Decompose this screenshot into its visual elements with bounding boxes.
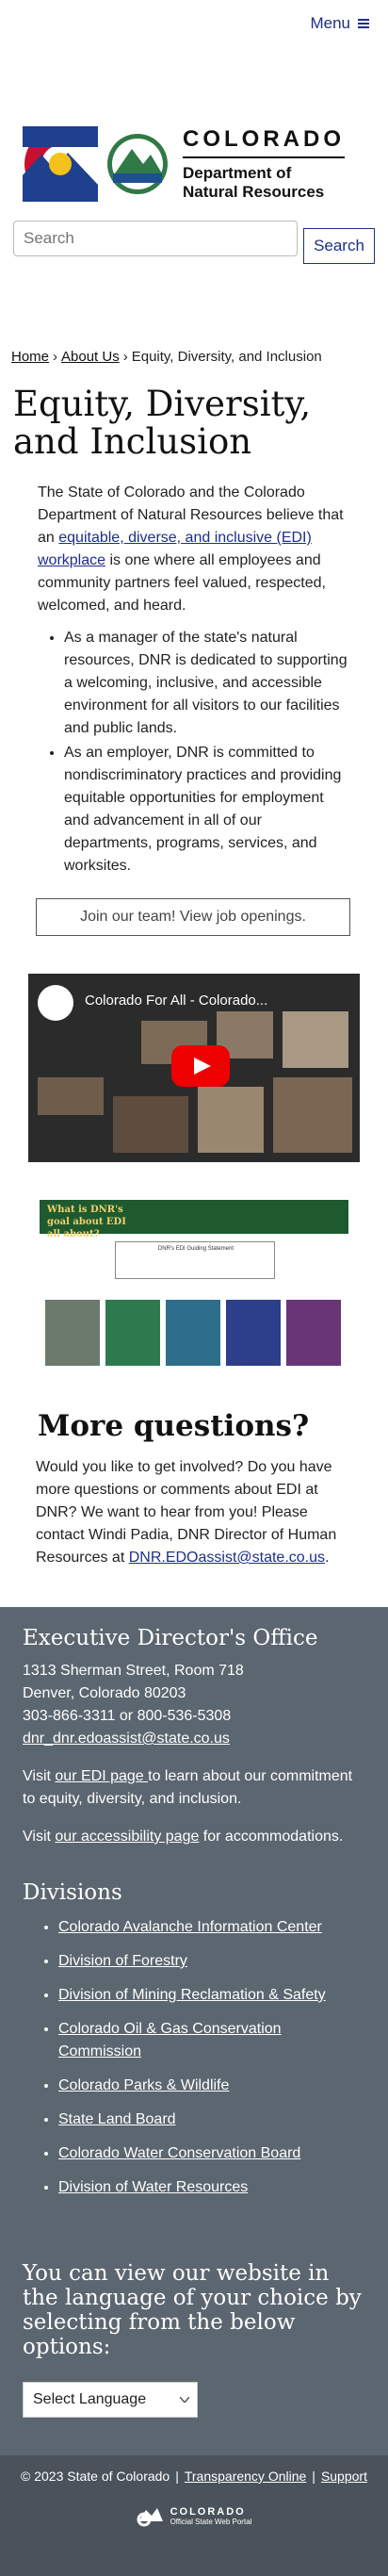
- sentence-end: .: [325, 1550, 330, 1566]
- accessibility-page-link[interactable]: our accessibility page: [55, 1829, 199, 1845]
- more-questions-text: Would you like to get involved? Do you h…: [0, 1456, 388, 1569]
- hamburger-icon: [358, 19, 369, 28]
- breadcrumb-separator: ›: [122, 349, 128, 365]
- list-item: Division of Water Resources: [58, 2176, 365, 2199]
- division-link[interactable]: Colorado Parks & Wildlife: [58, 2077, 229, 2093]
- list-item: State Land Board: [58, 2108, 365, 2131]
- search-bar: Search: [0, 217, 388, 264]
- top-bar: Menu: [0, 0, 388, 47]
- language-select[interactable]: Select Language: [23, 2382, 198, 2418]
- logo-state-name: COLORADO: [183, 126, 345, 158]
- logo-dept-line2: Natural Resources: [183, 183, 325, 201]
- site-logo[interactable]: COLORADO Department of Natural Resources: [0, 47, 388, 224]
- contact-email-link[interactable]: DNR.EDOassist@state.co.us: [129, 1550, 325, 1566]
- list-item: As a manager of the state's natural reso…: [64, 627, 350, 740]
- infographic-card: [286, 1300, 341, 1366]
- list-item: Division of Mining Reclamation & Safety: [58, 1984, 365, 2007]
- infographic-header: What is DNR's goal about EDI all about?: [40, 1200, 348, 1239]
- footer-email-link[interactable]: dnr_dnr.edoassist@state.co.us: [23, 1731, 230, 1747]
- play-icon[interactable]: [171, 1045, 230, 1087]
- divider: |: [312, 2469, 315, 2484]
- accessibility-text-before: Visit: [23, 1829, 56, 1845]
- language-select-value: Select Language: [33, 2391, 147, 2407]
- infographic-statement-box: DNR's EDI Guiding Statement: [115, 1241, 275, 1279]
- video-thumbnail-tile: [273, 1077, 352, 1153]
- intro-paragraph: The State of Colorado and the Colorado D…: [38, 482, 350, 617]
- edi-page-link[interactable]: our EDI page: [55, 1768, 148, 1784]
- address-line: Denver, Colorado 80203: [23, 1685, 186, 1701]
- channel-avatar: [38, 985, 73, 1021]
- transparency-link[interactable]: Transparency Online: [185, 2469, 306, 2484]
- chevron-down-icon: [180, 2397, 189, 2403]
- portal-text: COLORADO Official State Web Portal: [170, 2506, 252, 2526]
- edi-page-paragraph: Visit our EDI page to learn about our co…: [23, 1765, 365, 1811]
- language-heading: You can view our website in the language…: [23, 2261, 362, 2359]
- colorado-portal-icon: [137, 2508, 163, 2527]
- infographic-card: [105, 1300, 160, 1366]
- colorado-c-logo-icon: [23, 126, 98, 202]
- infographic-card: [166, 1300, 220, 1366]
- bottom-bar: © 2023 State of Colorado | Transparency On…: [0, 2455, 388, 2576]
- video-thumbnail-tile: [113, 1096, 188, 1153]
- division-link[interactable]: State Land Board: [58, 2111, 176, 2127]
- edi-text-before: Visit: [23, 1768, 56, 1784]
- division-link[interactable]: Colorado Oil & Gas Conservation Commissi…: [58, 2021, 282, 2059]
- search-input[interactable]: [13, 221, 298, 256]
- portal-subtitle: Official State Web Portal: [170, 2517, 252, 2526]
- footer-office-heading: Executive Director's Office: [23, 1626, 318, 1650]
- menu-button[interactable]: Menu: [310, 14, 369, 33]
- support-link[interactable]: Support: [321, 2469, 367, 2484]
- site-footer: Executive Director's Office 1313 Sherman…: [0, 1607, 388, 2455]
- search-button[interactable]: Search: [303, 228, 375, 264]
- infographic-card: [45, 1300, 100, 1366]
- dnr-logo-icon: [107, 134, 168, 194]
- list-item: Division of Forestry: [58, 1950, 365, 1973]
- address-line: 1313 Sherman Street, Room 718: [23, 1663, 244, 1679]
- divisions-list: Colorado Avalanche Information Center Di…: [23, 1916, 365, 2199]
- page-title: Equity, Diversity, and Inclusion: [13, 384, 312, 462]
- commitment-list: As a manager of the state's natural reso…: [38, 627, 350, 878]
- video-embed[interactable]: Colorado For All - Colorado...: [28, 974, 360, 1162]
- division-link[interactable]: Division of Mining Reclamation & Safety: [58, 1987, 326, 2003]
- edi-goal-infographic: What is DNR's goal about EDI all about? …: [40, 1200, 348, 1366]
- breadcrumb-separator: ›: [53, 349, 58, 365]
- breadcrumb-about-link[interactable]: About Us: [61, 349, 120, 365]
- breadcrumb-current: Equity, Diversity, and Inclusion: [131, 349, 322, 365]
- division-link[interactable]: Colorado Water Conservation Board: [58, 2145, 300, 2161]
- logo-dept-line1: Department of: [183, 164, 292, 182]
- list-item: Colorado Oil & Gas Conservation Commissi…: [58, 2018, 365, 2063]
- accessibility-text-after: for accommodations.: [199, 1829, 344, 1845]
- division-link[interactable]: Colorado Avalanche Information Center: [58, 1919, 322, 1935]
- video-title: Colorado For All - Colorado...: [85, 993, 268, 1009]
- more-questions-heading: More questions?: [38, 1409, 310, 1443]
- video-thumbnail-tile: [38, 1077, 104, 1115]
- menu-label: Menu: [310, 14, 350, 32]
- divisions-heading: Divisions: [23, 1880, 122, 1905]
- list-item: Colorado Parks & Wildlife: [58, 2075, 365, 2097]
- breadcrumb-home-link[interactable]: Home: [11, 349, 49, 365]
- portal-name: COLORADO: [170, 2505, 246, 2518]
- infographic-title: What is DNR's goal about EDI all about?: [47, 1205, 126, 1239]
- infographic-statement-title: DNR's EDI Guiding Statement: [157, 1246, 234, 1252]
- infographic-card: [226, 1300, 281, 1366]
- list-item: Colorado Avalanche Information Center: [58, 1916, 365, 1939]
- division-link[interactable]: Division of Water Resources: [58, 2179, 248, 2195]
- list-item: As an employer, DNR is committed to nond…: [64, 742, 350, 878]
- accessibility-paragraph: Visit our accessibility page for accommo…: [23, 1826, 365, 1848]
- video-thumbnail-tile: [283, 1011, 348, 1068]
- phone-numbers: 303-866-3311 or 800-536-5308: [23, 1708, 232, 1724]
- logo-text: COLORADO Department of Natural Resources: [183, 126, 345, 202]
- division-link[interactable]: Division of Forestry: [58, 1953, 187, 1969]
- video-thumbnail-tile: [198, 1087, 264, 1153]
- state-portal-logo[interactable]: COLORADO Official State Web Portal: [0, 2502, 388, 2529]
- divider: |: [175, 2469, 179, 2484]
- list-item: Colorado Water Conservation Board: [58, 2142, 365, 2165]
- footer-address: 1313 Sherman Street, Room 718 Denver, Co…: [23, 1660, 365, 1750]
- main-content: The State of Colorado and the Colorado D…: [0, 482, 388, 878]
- copyright: © 2023 State of Colorado: [21, 2469, 170, 2484]
- job-openings-button[interactable]: Join our team! View job openings.: [36, 898, 350, 936]
- bottom-links: © 2023 State of Colorado | Transparency On…: [0, 2469, 388, 2484]
- breadcrumb: Home › About Us › Equity, Diversity, and Inc…: [0, 349, 388, 365]
